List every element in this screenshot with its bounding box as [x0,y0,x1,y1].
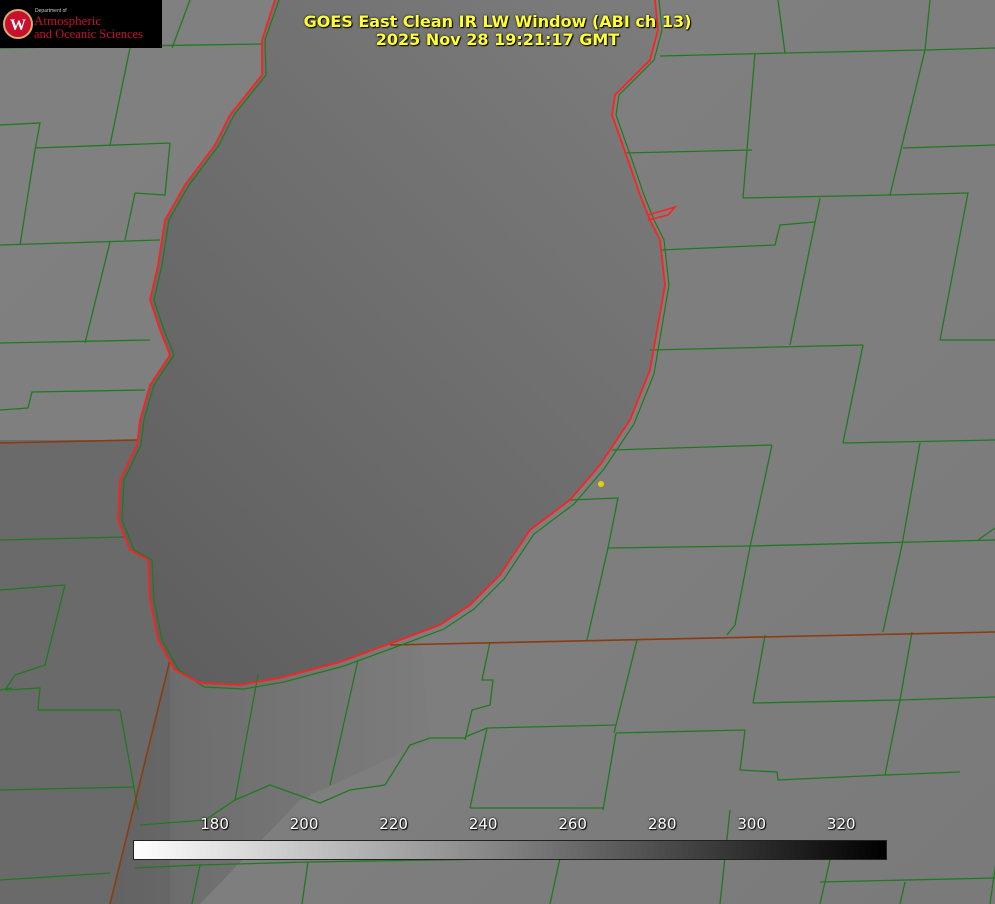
image-title: GOES East Clean IR LW Window (ABI ch 13) [303,12,692,31]
colorbar-tick-label: 180 [200,815,229,833]
location-marker-icon [598,481,604,487]
satellite-image: W Department of Atmospheric and Oceanic … [0,0,995,904]
image-timestamp: 2025 Nov 28 19:21:17 GMT [375,30,620,49]
colorbar [133,840,887,860]
colorbar-tick-label: 260 [558,815,587,833]
colorbar-tick-label: 300 [737,815,767,833]
colorbar-tick-label: 220 [379,815,408,833]
colorbar-tick-label: 280 [647,815,677,833]
colorbar-tick-label: 240 [468,815,498,833]
colorbar-tick-label: 320 [826,815,856,833]
colorbar-tick-label: 200 [289,815,319,833]
ir-map [0,0,995,904]
